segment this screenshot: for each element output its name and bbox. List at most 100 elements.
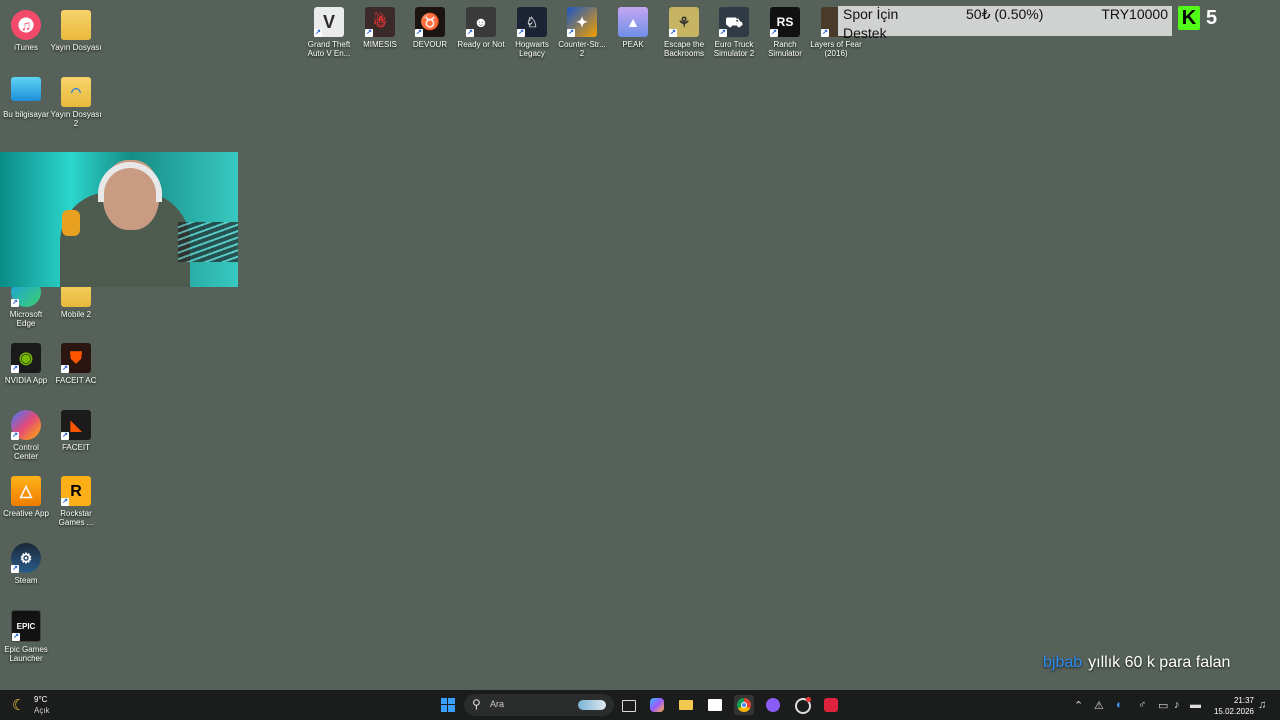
desktop-icon-label: Mobile 2 bbox=[60, 310, 92, 319]
donation-goal: TRY10000 bbox=[1101, 6, 1168, 22]
network-off-icon[interactable]: ⚠ bbox=[1094, 699, 1104, 712]
desktop-icon-label: Escape the Backrooms bbox=[663, 40, 705, 58]
taskbar-app[interactable] bbox=[792, 695, 812, 715]
weather-temp: 9°C bbox=[34, 695, 48, 704]
desktop-icon-label: Yayın Dosyası 2 bbox=[50, 110, 102, 128]
desktop-icon-counter-strike[interactable]: ✦ ↗ Counter-Str... 2 bbox=[556, 7, 608, 58]
itunes-icon: ♫ bbox=[11, 10, 41, 40]
display-icon[interactable]: ▭ bbox=[1158, 699, 1168, 712]
euro-truck-icon: ⛟ ↗ bbox=[719, 7, 749, 37]
shortcut-arrow-icon: ↗ bbox=[11, 565, 19, 573]
shortcut-arrow-icon: ↗ bbox=[61, 365, 69, 373]
desktop-icon-peak[interactable]: ▲ PEAK bbox=[607, 7, 659, 49]
folder-icon bbox=[679, 700, 693, 710]
weather-desc: Açık bbox=[34, 706, 50, 715]
record-icon bbox=[824, 698, 838, 712]
donation-amount: 50₺ (0.50%) bbox=[966, 6, 1044, 22]
taskbar-obs[interactable] bbox=[821, 695, 841, 715]
desktop-icon-label: NVIDIA App bbox=[4, 376, 48, 385]
edge-tray-icon[interactable]: ◐ bbox=[1116, 699, 1123, 711]
desktop-icon-label: Bu bilgisayar bbox=[3, 110, 49, 119]
desktop-icon-mimesis[interactable]: ☃ ↗ MIMESIS bbox=[354, 7, 406, 49]
taskbar-chrome[interactable] bbox=[734, 695, 754, 715]
desktop-icon-nvidia-app[interactable]: ◉ ↗ NVIDIA App bbox=[0, 343, 52, 385]
desktop-icon-label: Control Center bbox=[13, 443, 39, 461]
kick-logo-icon: K bbox=[1178, 6, 1200, 30]
desktop-icon-label: FACEIT AC bbox=[55, 376, 97, 385]
shortcut-arrow-icon: ↗ bbox=[415, 29, 423, 37]
folder-icon bbox=[61, 10, 91, 40]
desktop-icon-ranch-simulator[interactable]: RS ↗ Ranch Simulator bbox=[759, 7, 811, 58]
desktop-icon-gta-v[interactable]: V ↗ Grand Theft Auto V En... bbox=[303, 7, 355, 58]
desktop-icon-creative-app[interactable]: △ Creative App bbox=[0, 476, 52, 518]
clock[interactable]: 21:37 15.02.2026 bbox=[1208, 695, 1254, 717]
desktop-icon-itunes[interactable]: ♫ iTunes bbox=[0, 10, 52, 52]
desktop-icon-rockstar[interactable]: R ↗ Rockstar Games ... bbox=[50, 476, 102, 527]
desktop-icon-label: Hogwarts Legacy bbox=[515, 40, 549, 58]
windows-icon-divider bbox=[441, 704, 455, 705]
taskbar: ☾ 9°C Açık ⚲ Ara ⌃ ⚠ ◐ ♂ ▭ ♪ ▬ 21:37 15.… bbox=[0, 690, 1280, 720]
copilot-icon bbox=[650, 698, 664, 712]
search-icon: ⚲ bbox=[472, 697, 481, 711]
taskbar-search[interactable]: ⚲ Ara bbox=[464, 694, 614, 716]
desktop-icon-epic-games[interactable]: EPIC ↗ Epic Games Launcher bbox=[0, 610, 52, 663]
chevron-up-icon[interactable]: ⌃ bbox=[1074, 699, 1083, 712]
shortcut-arrow-icon: ↗ bbox=[466, 29, 474, 37]
desktop-icon-label: Euro Truck Simulator 2 bbox=[713, 40, 755, 58]
microphone-icon[interactable]: ♂ bbox=[1138, 699, 1146, 711]
desktop-icon-yayin-dosyasi[interactable]: Yayın Dosyası bbox=[50, 10, 102, 52]
desktop-icon-label: Rockstar Games ... bbox=[58, 509, 94, 527]
desktop-icon-bu-bilgisayar[interactable]: Bu bilgisayar bbox=[0, 77, 52, 119]
volume-icon[interactable]: ♪ bbox=[1174, 699, 1180, 711]
ready-or-not-icon: ☻ ↗ bbox=[466, 7, 496, 37]
clock-date: 15.02.2026 bbox=[1213, 707, 1254, 716]
escape-backrooms-icon: ⚘ ↗ bbox=[669, 7, 699, 37]
desktop-icon-label: MIMESIS bbox=[363, 40, 397, 49]
desktop-icon-devour[interactable]: ♉ ↗ DEVOUR bbox=[404, 7, 456, 49]
desktop-icon-steam[interactable]: ⚙ ↗ Steam bbox=[0, 543, 52, 585]
shortcut-arrow-icon: ↗ bbox=[11, 365, 19, 373]
desktop-icon-yayin-dosyasi-2[interactable]: ◠ Yayın Dosyası 2 bbox=[50, 77, 102, 128]
shortcut-arrow-icon: ↗ bbox=[314, 29, 322, 37]
desktop-icon-euro-truck[interactable]: ⛟ ↗ Euro Truck Simulator 2 bbox=[708, 7, 760, 58]
taskbar-file-explorer[interactable] bbox=[676, 695, 696, 715]
shortcut-arrow-icon: ↗ bbox=[365, 29, 373, 37]
start-button[interactable] bbox=[438, 695, 458, 715]
desktop-icon-ready-or-not[interactable]: ☻ ↗ Ready or Not bbox=[455, 7, 507, 49]
desktop-icon-label: Yayın Dosyası bbox=[50, 43, 102, 52]
folder-icon: ◠ bbox=[61, 77, 91, 107]
desktop-icon-faceit-ac[interactable]: ⛊ ↗ FACEIT AC bbox=[50, 343, 102, 385]
desktop-icon-escape-backrooms[interactable]: ⚘ ↗ Escape the Backrooms bbox=[658, 7, 710, 58]
shortcut-arrow-icon: ↗ bbox=[669, 29, 677, 37]
desktop-icon-label: PEAK bbox=[622, 40, 644, 49]
shortcut-arrow-icon: ↗ bbox=[12, 633, 20, 641]
taskbar-copilot[interactable] bbox=[647, 695, 667, 715]
gta-v-icon: V ↗ bbox=[314, 7, 344, 37]
desktop-icon-label: Steam bbox=[14, 576, 38, 585]
shortcut-arrow-icon: ↗ bbox=[567, 29, 575, 37]
epic-games-icon: EPIC ↗ bbox=[11, 610, 41, 642]
desktop-icon-hogwarts-legacy[interactable]: ♘ ↗ Hogwarts Legacy bbox=[506, 7, 558, 58]
creative-app-icon: △ bbox=[11, 476, 41, 506]
windows-icon-divider bbox=[447, 698, 448, 712]
weather-widget[interactable]: ☾ 9°C Açık bbox=[12, 695, 72, 717]
notification-bell-icon[interactable]: ♫ bbox=[1258, 699, 1266, 711]
taskbar-store[interactable] bbox=[705, 695, 725, 715]
ranch-simulator-icon: RS ↗ bbox=[770, 7, 800, 37]
donation-goal-bar: Spor İçin Destek 50₺ (0.50%) TRY10000 bbox=[838, 6, 1172, 41]
donation-title-line-1: Spor İçin bbox=[843, 6, 899, 22]
desktop-icon-control-center[interactable]: ↗ Control Center bbox=[0, 410, 52, 461]
taskbar-twitch[interactable] bbox=[763, 695, 783, 715]
store-icon bbox=[708, 699, 722, 711]
desktop-icon-label: Ready or Not bbox=[457, 40, 505, 49]
computer-icon bbox=[11, 77, 41, 101]
desktop-icon-label: Layers of Fear (2016) bbox=[810, 40, 862, 58]
chat-username: bjbab bbox=[1043, 654, 1083, 671]
task-view-button[interactable] bbox=[618, 695, 638, 715]
search-placeholder: Ara bbox=[490, 699, 505, 709]
battery-icon[interactable]: ▬ bbox=[1190, 699, 1201, 711]
shortcut-arrow-icon: ↗ bbox=[11, 432, 19, 440]
desktop-icon-faceit[interactable]: ◣ ↗ FACEIT bbox=[50, 410, 102, 452]
desktop-icon-label: iTunes bbox=[14, 43, 38, 52]
webcam-desk-lights bbox=[178, 222, 238, 262]
